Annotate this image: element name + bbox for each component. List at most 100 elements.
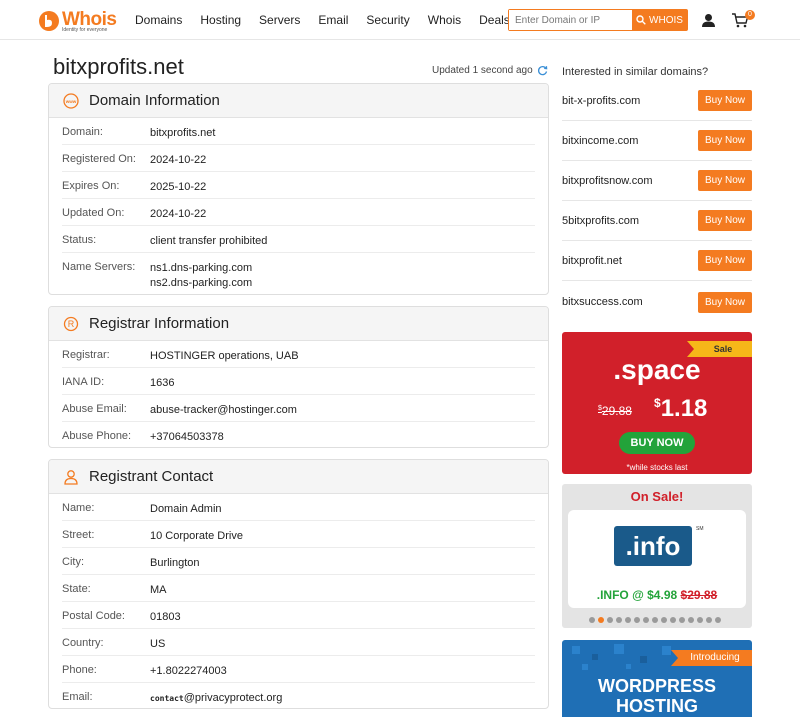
row-value: US (150, 638, 166, 650)
row-value: Burlington (150, 557, 200, 569)
nav-deals[interactable]: Deals (479, 13, 510, 27)
row-label: Name Servers: (62, 261, 136, 273)
buy-now-button[interactable]: Buy Now (697, 210, 752, 231)
promo-extension: .space (613, 354, 701, 385)
carousel-dot[interactable] (679, 617, 685, 623)
registrar-information-panel: R Registrar Information Registrar: HOSTIN… (48, 306, 549, 448)
info-price: .INFO @ $4.98 $29.88 (568, 588, 746, 602)
email-domain: @privacyprotect.org (183, 692, 283, 704)
row-value: +37064503378 (150, 431, 224, 443)
search-input[interactable] (509, 10, 632, 30)
new-price-value: 1.18 (660, 395, 708, 422)
row-value: bitxprofits.net (150, 127, 216, 139)
suggested-domain[interactable]: bitxsuccess.com (562, 296, 643, 308)
row-value: HOSTINGER operations, UAB (150, 350, 299, 362)
carousel-dot[interactable] (643, 617, 649, 623)
wordpress-hosting-banner[interactable]: Introducing WORDPRESS HOSTING (562, 640, 752, 717)
row-label: Phone: (62, 664, 97, 676)
wp-line-1: WORDPRESS (597, 676, 716, 696)
row-value: abuse-tracker@hostinger.com (150, 404, 297, 416)
nav-hosting[interactable]: Hosting (200, 13, 241, 27)
nav-whois[interactable]: Whois (428, 13, 461, 27)
nav-servers[interactable]: Servers (259, 13, 300, 27)
row-value: client transfer prohibited (150, 235, 268, 247)
info-row: Abuse Phone: +37064503378 (62, 422, 535, 447)
row-label: Registrar: (62, 349, 110, 361)
carousel-dot[interactable] (661, 617, 667, 623)
logo-mark-icon (39, 11, 59, 31)
suggested-domain[interactable]: bitxincome.com (562, 135, 638, 147)
nav-security[interactable]: Security (366, 13, 409, 27)
info-new-price: .INFO @ $4.98 (596, 588, 678, 602)
panel-title: Domain Information (89, 92, 220, 109)
logo-tagline: Identity for everyone (62, 27, 108, 33)
carousel-dot[interactable] (634, 617, 640, 623)
nav-email[interactable]: Email (318, 13, 348, 27)
name-servers-value: ns1.dns-parking.com ns2.dns-parking.com (150, 253, 253, 294)
carousel-dot-active[interactable] (598, 617, 604, 623)
buy-now-button[interactable]: Buy Now (697, 170, 752, 191)
cart-count-badge: 0 (745, 10, 755, 20)
promo-old-price: $29.88 (598, 404, 632, 418)
buy-now-button[interactable]: Buy Now (697, 250, 752, 271)
carousel-dot[interactable] (607, 617, 613, 623)
panel-header: Registrant Contact (49, 460, 548, 494)
carousel-dot[interactable] (670, 617, 676, 623)
suggestion-row: bitxincome.com Buy Now (562, 121, 752, 161)
info-old-price: $29.88 (680, 588, 718, 602)
name-server-1: ns1.dns-parking.com (150, 262, 253, 274)
buy-now-button[interactable]: Buy Now (697, 130, 752, 151)
row-label: Domain: (62, 126, 103, 138)
suggested-domain[interactable]: bit-x-profits.com (562, 95, 640, 107)
whois-logo[interactable]: Whois Identity for everyone (38, 8, 118, 34)
info-row: Updated On: 2024-10-22 (62, 199, 535, 226)
suggested-domain[interactable]: bitxprofit.net (562, 255, 622, 267)
info-logo: .info (614, 526, 692, 566)
info-row: Domain: bitxprofits.net (62, 118, 535, 145)
carousel-dot[interactable] (715, 617, 721, 623)
svg-text:R: R (68, 319, 75, 329)
carousel-dot[interactable] (688, 617, 694, 623)
panel-header: R Registrar Information (49, 307, 548, 341)
suggestion-row: bitxsuccess.com Buy Now (562, 282, 752, 322)
user-icon[interactable] (701, 13, 716, 28)
info-row: Street: 10 Corporate Drive (62, 521, 535, 548)
email-value: contact@privacyprotect.org (150, 683, 283, 708)
svg-text:www: www (65, 99, 77, 104)
info-row: City: Burlington (62, 548, 535, 575)
carousel-dot[interactable] (652, 617, 658, 623)
row-value: Domain Admin (150, 503, 222, 515)
row-value: 2024-10-22 (150, 208, 207, 220)
name-server-2: ns2.dns-parking.com (150, 277, 253, 289)
space-promo-banner[interactable]: Sale .space $29.88 $1.18 BUY NOW *while … (562, 332, 752, 474)
stocks-note: *while stocks last (626, 463, 688, 472)
new-price-currency: $ (654, 396, 661, 410)
info-row: Status: client transfer prohibited (62, 226, 535, 253)
info-row: Expires On: 2025-10-22 (62, 172, 535, 199)
info-row: Name Servers: ns1.dns-parking.com ns2.dns-… (62, 253, 535, 294)
buy-now-button[interactable]: Buy Now (697, 90, 752, 111)
suggested-domain[interactable]: bitxprofitsnow.com (562, 175, 652, 187)
page-title: bitxprofits.net (53, 54, 184, 79)
search-button-label: WHOIS (649, 14, 683, 26)
buy-now-button[interactable]: Buy Now (697, 291, 752, 313)
carousel-dot[interactable] (589, 617, 595, 623)
on-sale-title: On Sale! (630, 489, 684, 504)
carousel-dot[interactable] (625, 617, 631, 623)
carousel-dot[interactable] (697, 617, 703, 623)
nav-domains[interactable]: Domains (135, 13, 182, 27)
row-value: MA (150, 584, 167, 596)
row-label: Expires On: (62, 180, 120, 192)
suggested-domain[interactable]: 5bitxprofits.com (562, 215, 639, 227)
info-row: Postal Code: 01803 (62, 602, 535, 629)
whois-search-button[interactable]: WHOIS (632, 10, 687, 30)
refresh-icon[interactable] (537, 65, 548, 76)
row-label: City: (62, 556, 84, 568)
email-prefix-image: contact (150, 694, 184, 703)
info-row: IANA ID: 1636 (62, 368, 535, 395)
carousel-dot[interactable] (706, 617, 712, 623)
carousel-dot[interactable] (616, 617, 622, 623)
info-promo-card[interactable]: .info SM .INFO @ $4.98 $29.88 (568, 510, 746, 608)
row-label: Name: (62, 502, 95, 514)
buy-now-promo-button[interactable]: BUY NOW (619, 432, 695, 454)
